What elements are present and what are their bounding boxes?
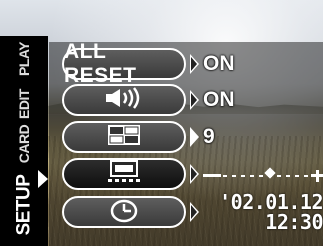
menu-row-monitor-brightness[interactable] <box>62 158 323 192</box>
menu-row-date-time[interactable]: '02.01.12 12:30 <box>62 192 323 232</box>
time-value: 12:30 <box>265 210 323 234</box>
date-time-button[interactable] <box>62 196 186 228</box>
tab-edit[interactable]: EDIT <box>0 84 48 124</box>
clock-icon <box>109 197 139 228</box>
menu-tab-strip: PLAY EDIT CARD SETUP <box>0 36 48 246</box>
menu-row-beep[interactable]: ON <box>62 84 323 118</box>
rec-view-icon <box>107 124 141 151</box>
plus-icon-vertical <box>315 169 319 182</box>
chevron-right-icon <box>190 90 199 110</box>
tab-edit-label: EDIT <box>15 89 32 119</box>
all-reset-value: ON <box>203 52 235 75</box>
menu-row-all-reset[interactable]: ALL RESET ON <box>62 40 323 87</box>
tab-card[interactable]: CARD <box>0 124 48 164</box>
chevron-right-icon <box>190 164 199 184</box>
minus-icon <box>203 174 221 177</box>
active-tab-marker <box>38 170 48 188</box>
chevron-right-icon <box>190 54 199 74</box>
chevron-right-icon <box>190 127 199 147</box>
tab-setup-label: SETUP <box>13 174 35 236</box>
rec-view-button[interactable] <box>62 121 186 153</box>
all-reset-button[interactable]: ALL RESET <box>62 40 186 87</box>
rec-view-value: 9 <box>203 125 215 148</box>
tab-play-label: PLAY <box>16 41 32 77</box>
date-value: '02.01.12 <box>219 190 323 214</box>
beep-button[interactable] <box>62 84 186 116</box>
speaker-beep-icon <box>104 86 144 114</box>
all-reset-label: ALL RESET <box>64 40 137 87</box>
monitor-brightness-icon <box>106 159 142 189</box>
monitor-brightness-button[interactable] <box>62 158 186 190</box>
menu-row-rec-view[interactable]: 9 <box>62 121 323 155</box>
brightness-slider[interactable] <box>203 167 323 182</box>
tab-card-label: CARD <box>15 124 32 164</box>
beep-value: ON <box>203 88 235 111</box>
tab-play[interactable]: PLAY <box>0 36 48 82</box>
date-time-value: '02.01.12 12:30 <box>191 192 323 232</box>
